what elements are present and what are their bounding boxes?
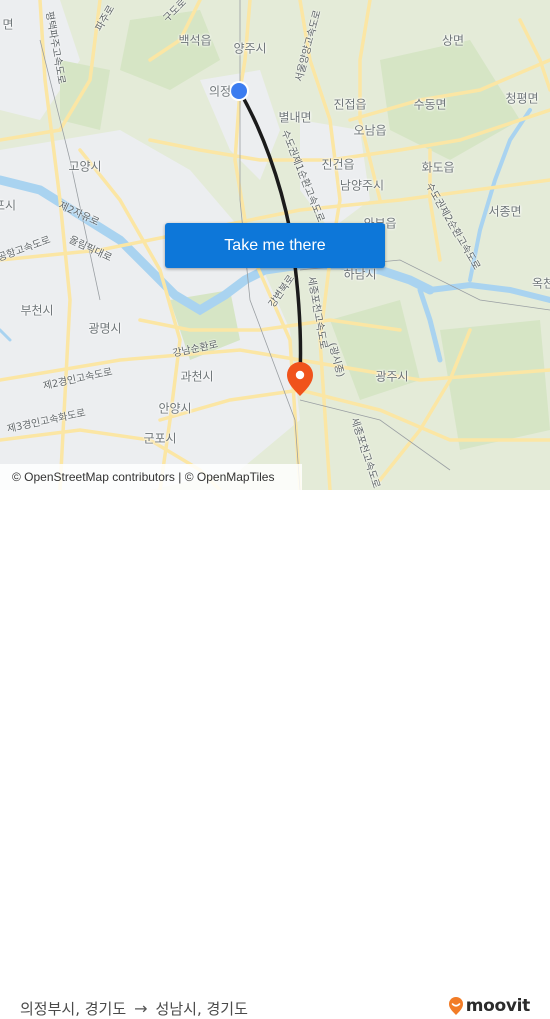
place-label: 의정 (208, 84, 232, 99)
moovit-logo[interactable]: moovit (448, 996, 530, 1016)
route-summary: 의정부시, 경기도 → 성남시, 경기도 (20, 998, 248, 1019)
place-label: 상면 (441, 33, 465, 48)
place-label: 과천시 (180, 369, 214, 384)
place-label: 하남시 (343, 267, 377, 282)
place-label: 고양시 (68, 159, 102, 174)
place-label: 면 (2, 17, 14, 32)
place-label: 청평면 (505, 91, 539, 106)
brand-name: moovit (465, 996, 531, 1016)
place-label: 양주시 (233, 41, 267, 56)
take-me-there-button[interactable]: Take me there (165, 223, 385, 268)
moovit-pin-icon (448, 997, 463, 1015)
place-label: 진건읍 (321, 157, 355, 172)
place-label: 진접읍 (333, 97, 367, 112)
attribution-text[interactable]: © OpenStreetMap contributors | © OpenMap… (12, 470, 274, 484)
place-label: 별내면 (278, 110, 312, 125)
place-label: 서종면 (488, 204, 522, 219)
map-attribution[interactable]: © OpenStreetMap contributors | © OpenMap… (0, 464, 302, 490)
origin-marker[interactable] (229, 81, 249, 101)
place-label: 군포시 (143, 431, 177, 446)
destination-name: 성남시, 경기도 (155, 1000, 248, 1018)
place-label: 옥천 (531, 276, 550, 291)
footer: 의정부시, 경기도 → 성남시, 경기도 moovit (0, 490, 550, 1018)
place-label: 남양주시 (339, 178, 385, 193)
place-label: 포시 (0, 198, 17, 213)
place-label: 광명시 (88, 321, 122, 336)
arrow-right-icon: → (134, 999, 148, 1018)
place-label: 오남읍 (353, 123, 387, 138)
origin-name: 의정부시, 경기도 (20, 1000, 127, 1018)
place-label: 안양시 (158, 401, 192, 416)
place-label: 광주시 (375, 369, 409, 384)
map-view[interactable]: 백석읍 양주시 의정 상면 진접읍 별내면 오남읍 수동면 청평면 진건읍 화도… (0, 0, 550, 490)
place-label: 부천시 (20, 303, 54, 318)
place-label: 화도읍 (421, 160, 455, 175)
place-label: 수동면 (413, 97, 447, 112)
place-label: 백석읍 (178, 33, 212, 48)
